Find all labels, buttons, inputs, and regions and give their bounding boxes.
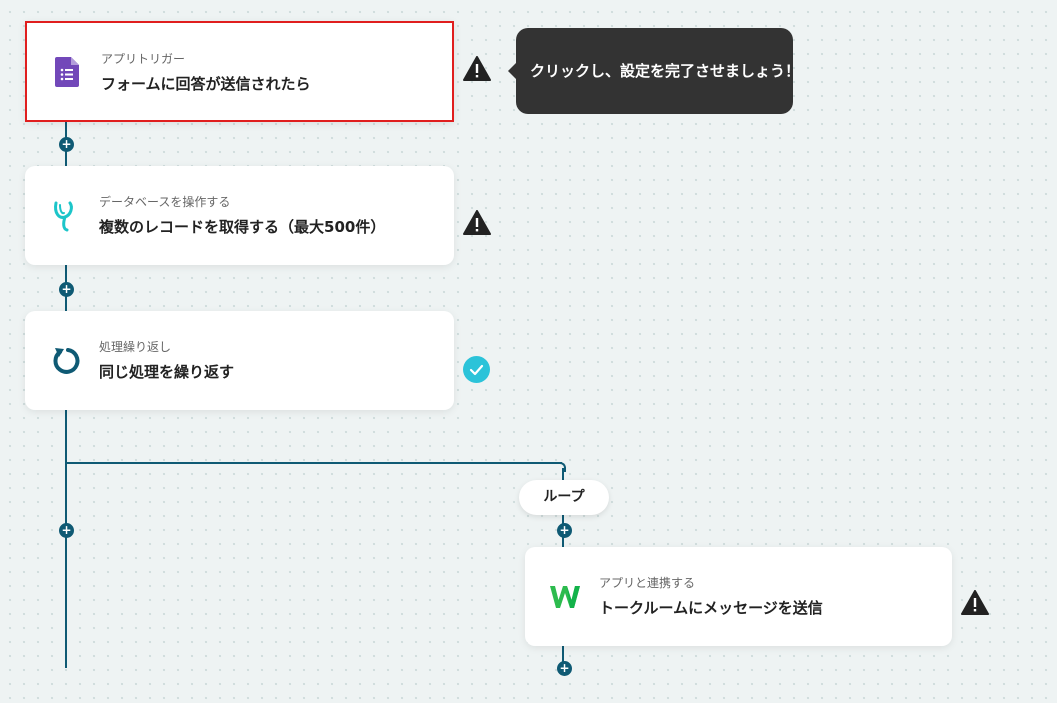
loop-icon	[51, 345, 81, 375]
tooltip-text: クリックし、設定を完了させましょう！	[530, 62, 801, 80]
loop-label: ループ	[519, 480, 609, 515]
add-step-button[interactable]: +	[59, 282, 74, 297]
connector-line-branch-horizontal	[65, 462, 562, 464]
warning-icon	[961, 590, 989, 616]
lineworks-icon	[549, 583, 580, 613]
step-title: トークルームにメッセージを送信	[599, 599, 823, 617]
connector-line-branch-corner	[556, 462, 566, 472]
step-subtitle: データベースを操作する	[99, 195, 231, 209]
add-step-button[interactable]: +	[557, 523, 572, 538]
warning-icon	[463, 56, 491, 82]
step-card-database[interactable]: データベースを操作する 複数のレコードを取得する（最大500件）	[25, 166, 454, 265]
check-complete-icon	[463, 356, 490, 383]
step-title: フォームに回答が送信されたら	[101, 75, 311, 93]
add-step-button[interactable]: +	[59, 137, 74, 152]
warning-icon	[463, 210, 491, 236]
step-subtitle: 処理繰り返し	[99, 340, 172, 354]
step-title: 同じ処理を繰り返す	[99, 363, 235, 381]
setup-tooltip: クリックし、設定を完了させましょう！	[508, 28, 800, 114]
step-subtitle: アプリと連携する	[599, 576, 696, 590]
step-subtitle: アプリトリガー	[101, 52, 186, 66]
google-forms-icon	[55, 57, 85, 87]
step-title: 複数のレコードを取得する（最大500件）	[99, 218, 386, 236]
add-step-button[interactable]: +	[59, 523, 74, 538]
step-card-send-message[interactable]: アプリと連携する トークルームにメッセージを送信	[525, 547, 952, 646]
step-card-loop[interactable]: 処理繰り返し 同じ処理を繰り返す	[25, 311, 454, 410]
step-card-trigger[interactable]: アプリトリガー フォームに回答が送信されたら	[25, 21, 454, 122]
database-app-icon	[51, 199, 81, 232]
add-step-button[interactable]: +	[557, 661, 572, 676]
